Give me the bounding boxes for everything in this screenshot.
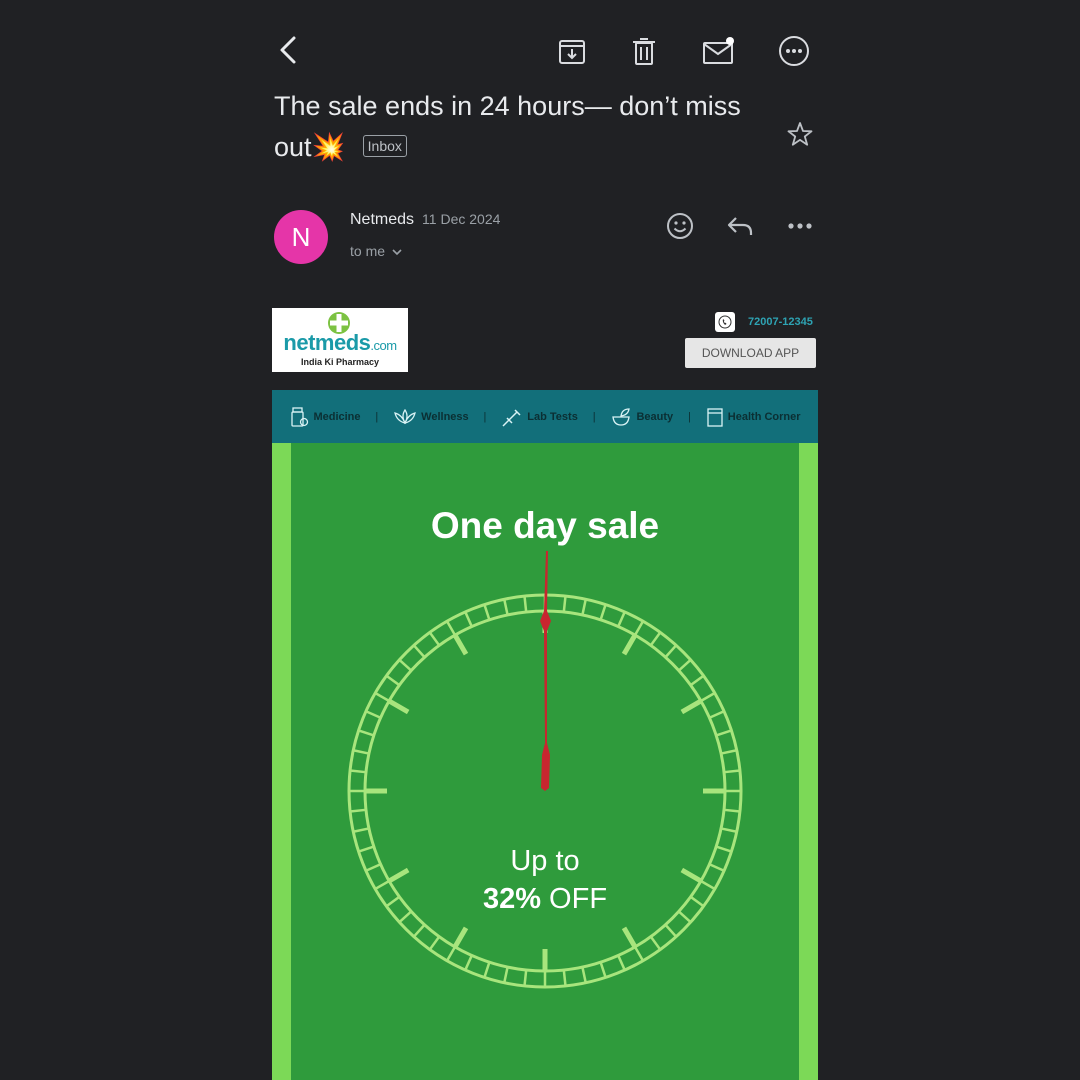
mark-unread-button[interactable] [700, 33, 738, 69]
netmeds-logo[interactable]: netmeds.com India Ki Pharmacy [272, 308, 408, 372]
subject-text: The sale ends in 24 hours— don’t miss ou… [274, 91, 741, 162]
clock-dial-graphic [347, 551, 743, 989]
nav-divider: | [592, 410, 596, 423]
email-date: 11 Dec 2024 [422, 211, 501, 227]
emoji-icon [667, 213, 693, 239]
more-dots-icon [788, 223, 812, 229]
offer-line: Up to [510, 845, 580, 877]
archive-icon [559, 40, 585, 64]
cross-logo-icon [328, 312, 350, 334]
sender-line: Netmeds 11 Dec 2024 [350, 211, 500, 229]
recipient-text: to me [350, 243, 386, 259]
star-icon [787, 122, 813, 146]
mortar-leaf-icon [612, 407, 631, 426]
sender-avatar[interactable]: N [274, 210, 328, 264]
back-button[interactable] [272, 32, 304, 68]
nav-item-beauty[interactable]: Beauty [610, 407, 673, 427]
nav-item-health-corner[interactable]: Health Corner [706, 407, 801, 427]
sender-name[interactable]: Netmeds [350, 211, 414, 228]
inbox-label-chip[interactable]: Inbox [362, 134, 407, 157]
message-more-button[interactable] [784, 214, 816, 238]
phone-number-link[interactable]: 72007-12345 [748, 316, 813, 328]
trash-icon [633, 38, 655, 65]
more-horizontal-icon [779, 36, 809, 66]
mail-unread-icon [703, 37, 734, 64]
more-button[interactable] [775, 32, 813, 70]
avatar-initial: N [291, 221, 311, 252]
reply-icon [727, 217, 753, 235]
nav-item-medicine[interactable]: Medicine [289, 406, 361, 428]
syringe-icon [502, 408, 521, 427]
archive-button[interactable] [554, 33, 590, 69]
lotus-icon [394, 408, 417, 424]
star-button[interactable] [784, 118, 816, 150]
nav-divider: | [483, 410, 487, 423]
nav-item-wellness[interactable]: Wellness [393, 407, 469, 427]
logo-wordmark: netmeds.com [283, 330, 397, 355]
download-app-button[interactable]: DOWNLOAD APP [685, 338, 816, 368]
recipient-details-toggle[interactable]: to me [350, 243, 403, 259]
phone-icon [715, 312, 735, 332]
category-nav: Medicine | Wellness | Lab Tests | Beauty… [272, 390, 818, 443]
book-icon [707, 407, 723, 427]
delete-button[interactable] [626, 33, 662, 69]
logo-tagline: India Ki Pharmacy [300, 357, 380, 367]
chevron-down-icon [392, 249, 402, 256]
nav-divider: | [688, 410, 691, 423]
offer-discount: 32% OFF [482, 883, 608, 915]
nav-divider: | [375, 410, 379, 423]
email-subject: The sale ends in 24 hours— don’t miss ou… [274, 86, 774, 168]
medicine-icon [291, 406, 309, 427]
add-reaction-button[interactable] [664, 210, 696, 242]
nav-item-lab-tests[interactable]: Lab Tests [501, 407, 578, 427]
arrow-left-icon [280, 36, 296, 64]
sale-banner[interactable]: One day sale Up to 32% OFF [272, 443, 818, 1080]
reply-button[interactable] [724, 211, 756, 241]
